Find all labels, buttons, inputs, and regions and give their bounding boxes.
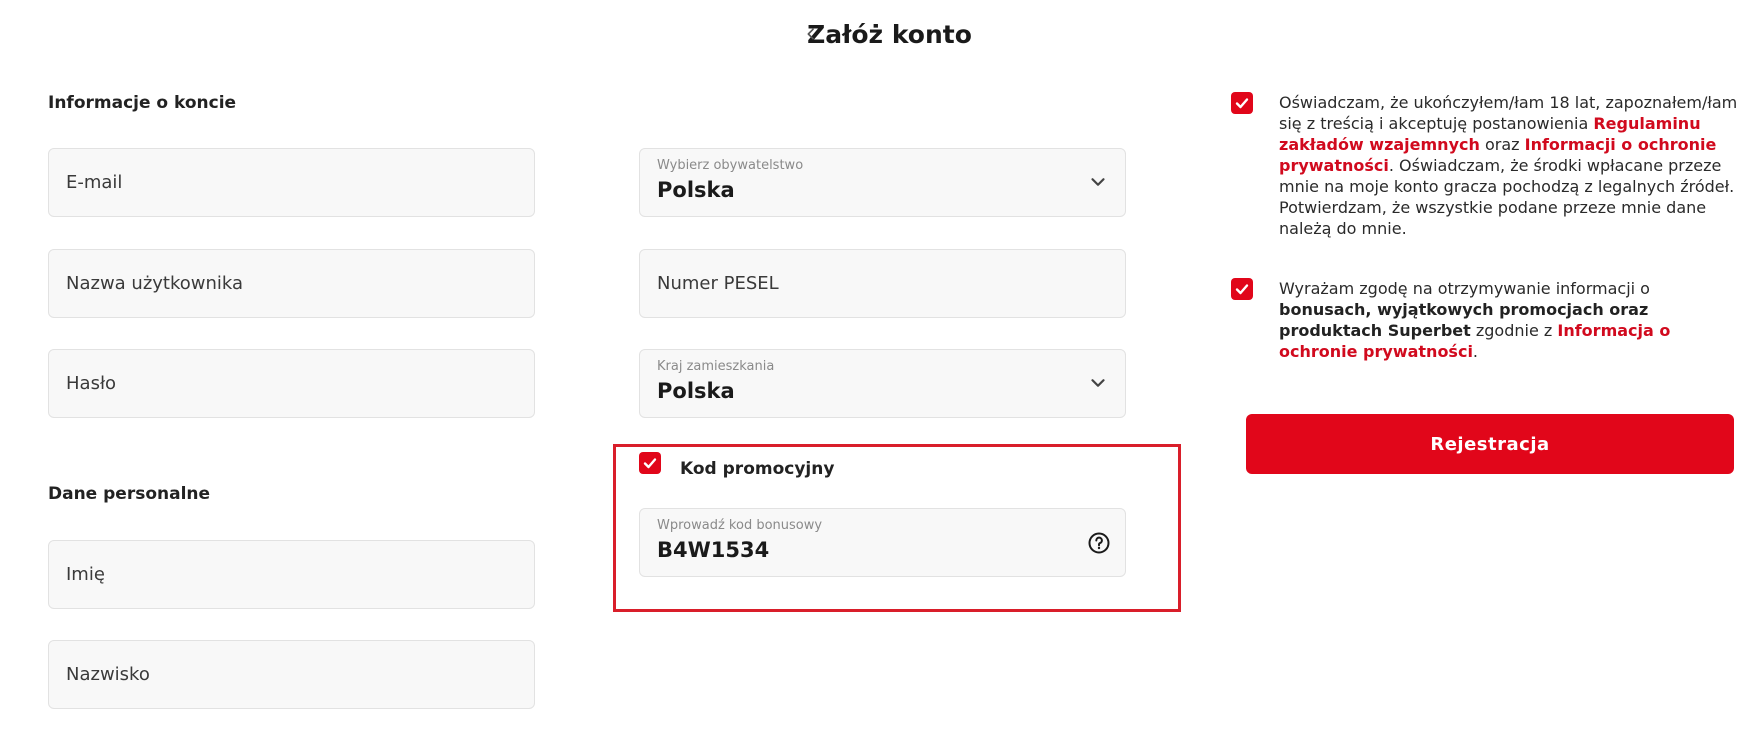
page-title: Załóż konto <box>807 19 972 49</box>
help-question-icon[interactable] <box>1087 531 1111 555</box>
terms-text-2: oraz <box>1479 135 1525 154</box>
last-name-field[interactable]: Nazwisko <box>48 640 535 709</box>
personal-data-heading: Dane personalne <box>48 484 211 504</box>
chevron-down-icon <box>1087 372 1109 394</box>
back-chevron-icon[interactable] <box>800 23 822 45</box>
terms-checkbox[interactable] <box>1231 92 1253 114</box>
username-placeholder: Nazwa użytkownika <box>66 273 244 294</box>
bonus-code-value: B4W1534 <box>657 538 770 562</box>
pesel-placeholder: Numer PESEL <box>657 273 779 294</box>
marketing-text-1: Wyrażam zgodę na otrzymywanie informacji… <box>1279 279 1650 298</box>
marketing-text-3: . <box>1472 342 1479 361</box>
checkmark-icon <box>643 458 657 469</box>
last-name-placeholder: Nazwisko <box>66 664 150 685</box>
register-button[interactable]: Rejestracja <box>1246 414 1734 474</box>
page-header: Załóż konto <box>0 14 1757 54</box>
account-info-heading: Informacje o koncie <box>48 93 237 113</box>
email-field[interactable]: E-mail <box>48 148 535 217</box>
bonus-code-label: Wprowadź kod bonusowy <box>657 518 823 533</box>
bonus-code-field[interactable]: Wprowadź kod bonusowy B4W1534 <box>639 508 1126 577</box>
marketing-text-2: zgodnie z <box>1470 321 1558 340</box>
promo-checkbox-label: Kod promocyjny <box>680 459 835 479</box>
password-field[interactable]: Hasło <box>48 349 535 418</box>
residence-label: Kraj zamieszkania <box>657 359 775 374</box>
citizenship-label: Wybierz obywatelstwo <box>657 158 804 173</box>
terms-consent-text: Oświadczam, że ukończyłem/łam 18 lat, za… <box>1279 92 1739 239</box>
residence-value: Polska <box>657 379 735 403</box>
pesel-field[interactable]: Numer PESEL <box>639 249 1126 318</box>
checkmark-icon <box>1235 98 1249 109</box>
promo-checkbox[interactable] <box>639 452 661 474</box>
citizenship-value: Polska <box>657 178 735 202</box>
chevron-down-icon <box>1087 171 1109 193</box>
marketing-checkbox[interactable] <box>1231 278 1253 300</box>
first-name-placeholder: Imię <box>66 564 105 585</box>
password-placeholder: Hasło <box>66 373 117 394</box>
residence-select[interactable]: Kraj zamieszkania Polska <box>639 349 1126 418</box>
first-name-field[interactable]: Imię <box>48 540 535 609</box>
marketing-consent-text: Wyrażam zgodę na otrzymywanie informacji… <box>1279 278 1739 362</box>
citizenship-select[interactable]: Wybierz obywatelstwo Polska <box>639 148 1126 217</box>
username-field[interactable]: Nazwa użytkownika <box>48 249 535 318</box>
email-placeholder: E-mail <box>66 172 123 193</box>
checkmark-icon <box>1235 284 1249 295</box>
